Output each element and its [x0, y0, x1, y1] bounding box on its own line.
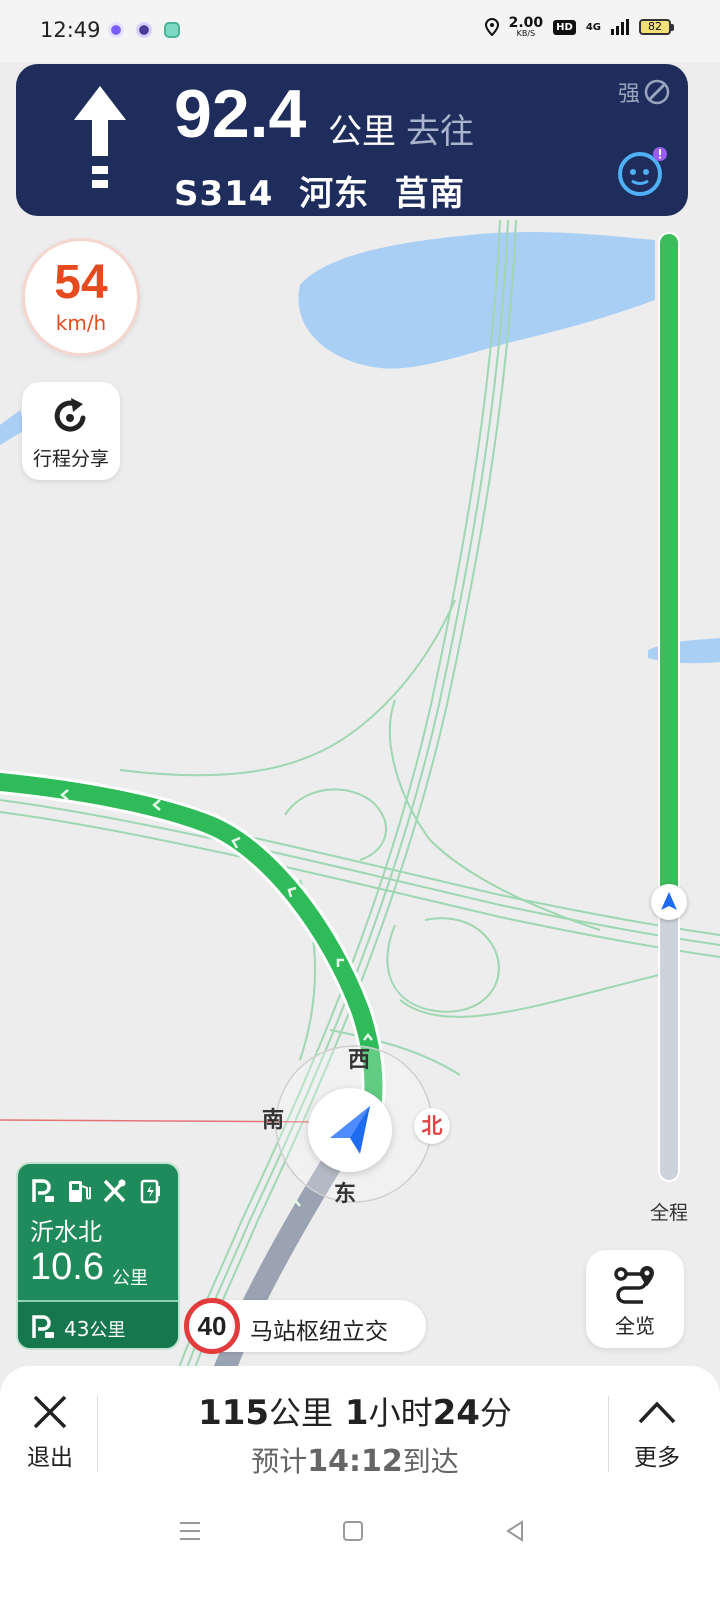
chevron-up-icon — [638, 1401, 676, 1424]
straight-arrow-icon — [74, 86, 126, 188]
exit-label: 退出 — [27, 1445, 73, 1471]
trip-share-button[interactable]: 行程分享 — [22, 382, 120, 480]
next-service-area: 43公里 — [18, 1300, 178, 1348]
trip-summary[interactable]: 115公里 1小时24分 预计14:12到达 — [110, 1388, 600, 1480]
network-speed: 2.00 KB/S — [508, 15, 544, 38]
share-refresh-icon — [54, 398, 86, 432]
back-icon[interactable] — [504, 1520, 526, 1542]
cell-signal-icon — [611, 19, 629, 35]
location-icon — [484, 18, 499, 36]
next-road-name: S314 河东 莒南 — [174, 174, 465, 214]
full-route-label: 全程 — [650, 1202, 689, 1224]
service-area-card[interactable]: 沂水北 10.6 公里 43公里 — [16, 1162, 180, 1350]
system-nav-bar — [0, 1500, 720, 1600]
route-progress-bar — [658, 232, 680, 1182]
app-notification-icon — [136, 22, 152, 38]
progress-position-marker — [651, 884, 687, 920]
divider — [608, 1396, 609, 1472]
hd-badge: HD — [553, 19, 576, 35]
overview-button[interactable]: 全览 — [586, 1250, 684, 1348]
compass-west-label: 西 — [348, 1048, 371, 1073]
parking-icon — [32, 1315, 54, 1338]
trip-share-label: 行程分享 — [32, 448, 109, 470]
maneuver-distance: 92.4 — [174, 76, 307, 152]
app-notification-icon — [108, 22, 124, 38]
status-bar: 12:49 2.00 KB/S HD 4G 82 — [0, 0, 720, 62]
next-service-distance: 43公里 — [64, 1317, 126, 1341]
home-icon[interactable] — [342, 1520, 364, 1542]
eta-line: 预计14:12到达 — [251, 1444, 459, 1479]
signal-4g-label: 4G — [585, 21, 601, 33]
service-area-name: 沂水北 — [30, 1218, 102, 1246]
battery-icon: 82 — [639, 19, 674, 35]
compass-east-label: 东 — [334, 1182, 357, 1207]
charging-icon — [138, 1178, 164, 1204]
remaining-minutes: 24 — [432, 1393, 480, 1433]
restaurant-icon — [102, 1178, 128, 1204]
compass-north-label: 北 — [414, 1108, 450, 1144]
menu-icon[interactable] — [178, 1520, 202, 1542]
satellite-signal-icon — [644, 79, 670, 105]
position-arrow-icon — [661, 892, 677, 910]
speed-limit-sign: 40 — [184, 1298, 240, 1354]
close-icon — [33, 1395, 67, 1429]
speed-unit: km/h — [55, 311, 107, 335]
compass-south-label: 南 — [262, 1108, 285, 1133]
remaining-hours: 1 — [344, 1393, 369, 1433]
parking-icon — [30, 1178, 56, 1204]
overview-label: 全览 — [615, 1314, 655, 1338]
exit-button[interactable]: 退出 — [20, 1394, 80, 1472]
route-overview-icon — [614, 1266, 654, 1304]
status-time: 12:49 — [40, 18, 101, 42]
more-button[interactable]: 更多 — [622, 1394, 692, 1472]
guidance-banner[interactable]: 92.4 公里 去往 S314 河东 莒南 强 — [16, 64, 688, 216]
maneuver-distance-unit: 公里 — [328, 112, 396, 152]
eta-time: 14:12 — [307, 1444, 403, 1479]
toward-label: 去往 — [406, 112, 474, 152]
speed-value: 54 — [54, 256, 108, 309]
remaining-distance: 115 — [198, 1393, 270, 1433]
current-speed: 54 km/h — [22, 238, 140, 356]
remaining-summary: 115公里 1小时24分 — [198, 1393, 512, 1433]
service-area-distance: 10.6 — [30, 1246, 104, 1288]
current-location-marker — [308, 1088, 392, 1172]
navigation-arrow-icon — [330, 1106, 370, 1154]
fuel-icon — [66, 1178, 92, 1204]
voice-assistant-icon[interactable] — [616, 146, 668, 198]
gps-signal: 强 — [618, 76, 670, 108]
app-notification-icon — [164, 22, 180, 38]
gps-signal-label: 强 — [617, 82, 640, 107]
divider — [97, 1396, 98, 1472]
service-area-distance-unit: 公里 — [112, 1268, 148, 1289]
speed-limit-road-tag: 40 马站枢纽立交 — [184, 1298, 426, 1354]
current-road-name: 马站枢纽立交 — [250, 1319, 388, 1345]
more-label: 更多 — [634, 1445, 680, 1471]
route-progress-fill — [660, 234, 678, 897]
